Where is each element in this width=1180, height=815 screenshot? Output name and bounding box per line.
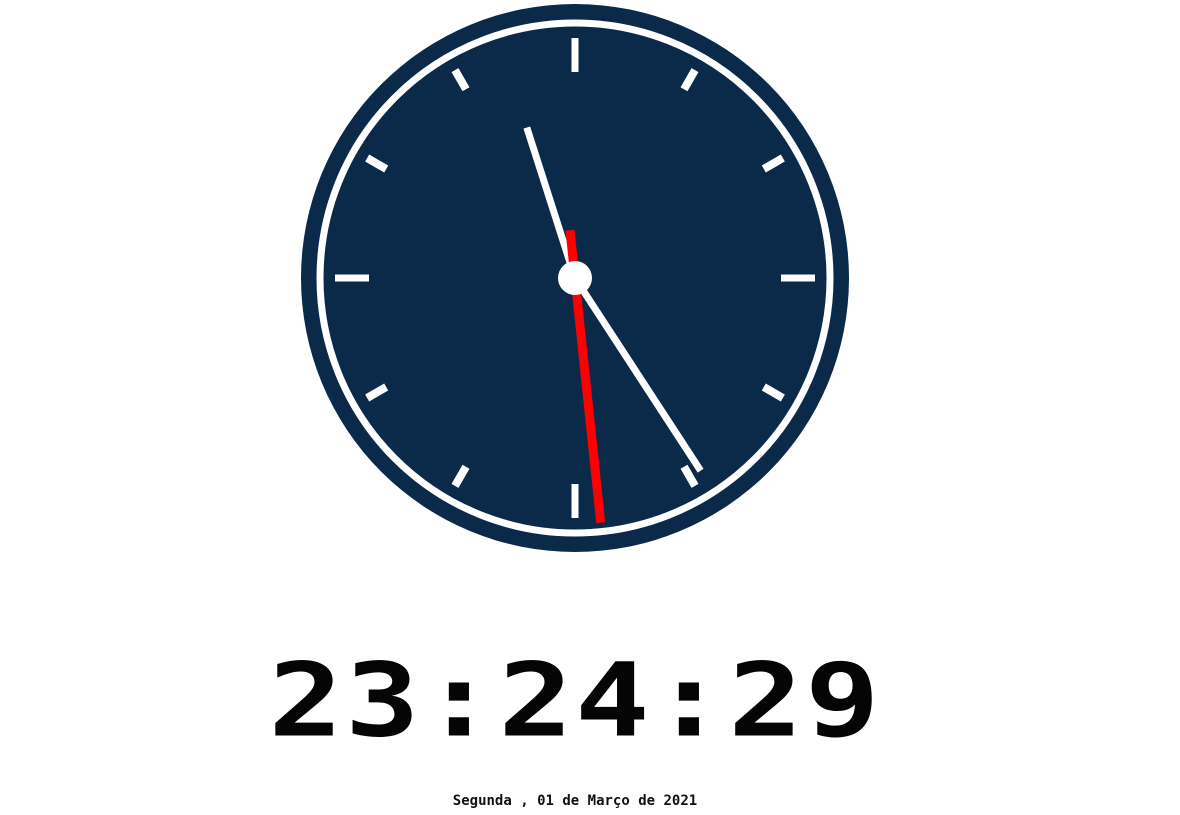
digital-time: 23:24:29 — [268, 642, 882, 761]
date-text: Segunda , 01 de Março de 2021 — [452, 793, 698, 809]
analog-clock — [301, 4, 849, 552]
clock-center-dot — [558, 261, 592, 295]
